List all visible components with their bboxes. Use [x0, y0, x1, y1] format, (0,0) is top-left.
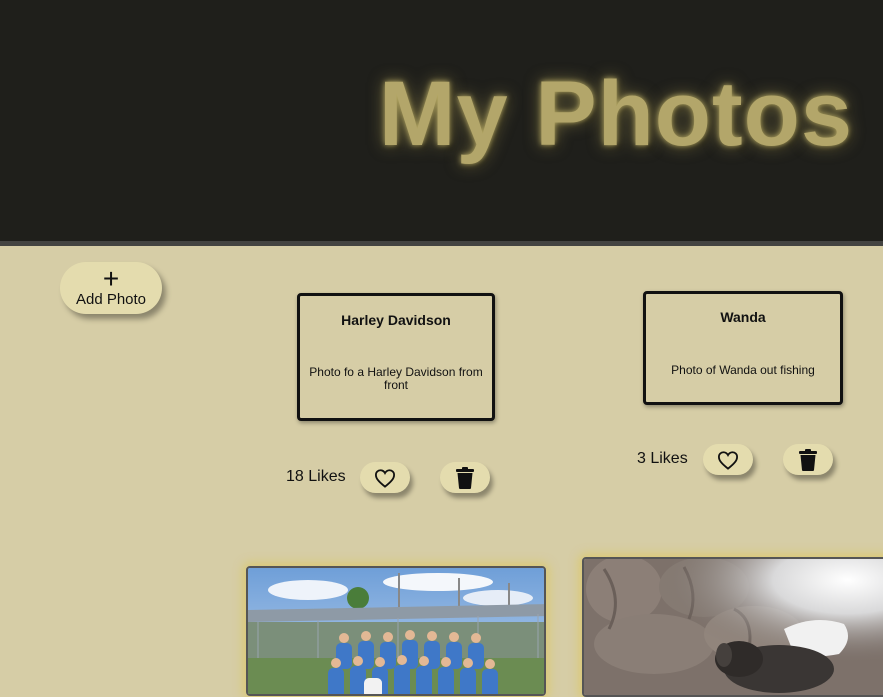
add-photo-button[interactable]: + Add Photo: [60, 262, 162, 314]
team-photo-image: [248, 568, 544, 694]
trash-icon: [456, 466, 474, 489]
trash-icon: [799, 448, 817, 471]
add-photo-label: Add Photo: [75, 291, 147, 308]
photo-card-harley: Harley Davidson Photo fo a Harley Davids…: [297, 293, 495, 421]
like-button[interactable]: [360, 462, 410, 493]
heart-outline-icon: [717, 450, 739, 470]
photo-card-wanda: Wanda Photo of Wanda out fishing: [643, 291, 843, 405]
likes-count: 18 Likes: [286, 468, 346, 485]
photo-team[interactable]: [246, 566, 546, 696]
dog-photo-image: [584, 559, 883, 695]
heart-outline-icon: [374, 468, 396, 488]
header: My Photos: [0, 0, 883, 246]
delete-button[interactable]: [783, 444, 833, 475]
like-button[interactable]: [703, 444, 753, 475]
likes-count: 3 Likes: [637, 450, 688, 467]
card-title: Wanda: [720, 309, 766, 325]
plus-icon: +: [102, 263, 120, 294]
card-description: Photo fo a Harley Davidson from front: [309, 365, 483, 392]
card-description: Photo of Wanda out fishing: [671, 363, 815, 377]
delete-button[interactable]: [440, 462, 490, 493]
photo-dog[interactable]: [582, 557, 883, 697]
card-title: Harley Davidson: [341, 312, 451, 328]
page-title: My Photos: [378, 63, 853, 165]
